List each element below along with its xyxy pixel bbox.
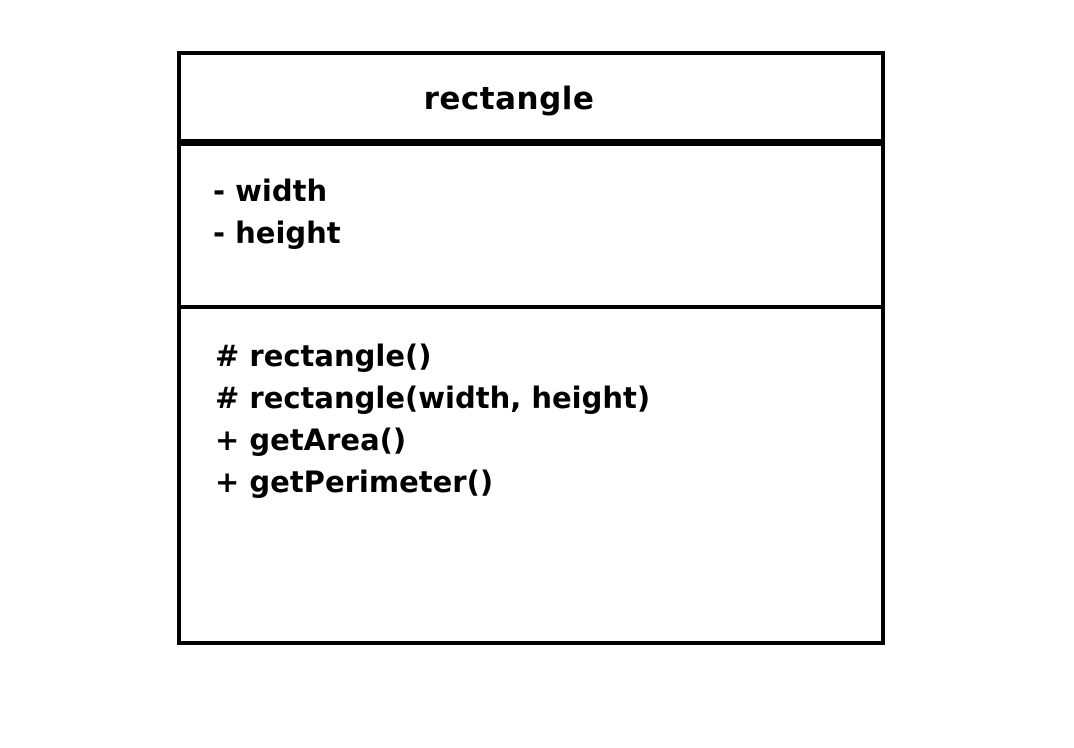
attribute-height: - height bbox=[213, 216, 341, 250]
attribute-width: - width bbox=[213, 174, 328, 208]
operation-get-area: + getArea() bbox=[215, 423, 407, 457]
operation-get-perimeter: + getPerimeter() bbox=[215, 465, 494, 499]
class-name: rectangle bbox=[423, 81, 595, 117]
attributes-section: - width - height bbox=[181, 146, 881, 309]
operation-constructor-params: # rectangle(width, height) bbox=[215, 381, 651, 415]
class-name-section: rectangle bbox=[181, 55, 881, 146]
operations-section: # rectangle() # rectangle(width, height)… bbox=[181, 309, 881, 503]
uml-class-box: rectangle - width - height # rectangle()… bbox=[177, 51, 885, 645]
operation-constructor-default: # rectangle() bbox=[215, 339, 432, 373]
